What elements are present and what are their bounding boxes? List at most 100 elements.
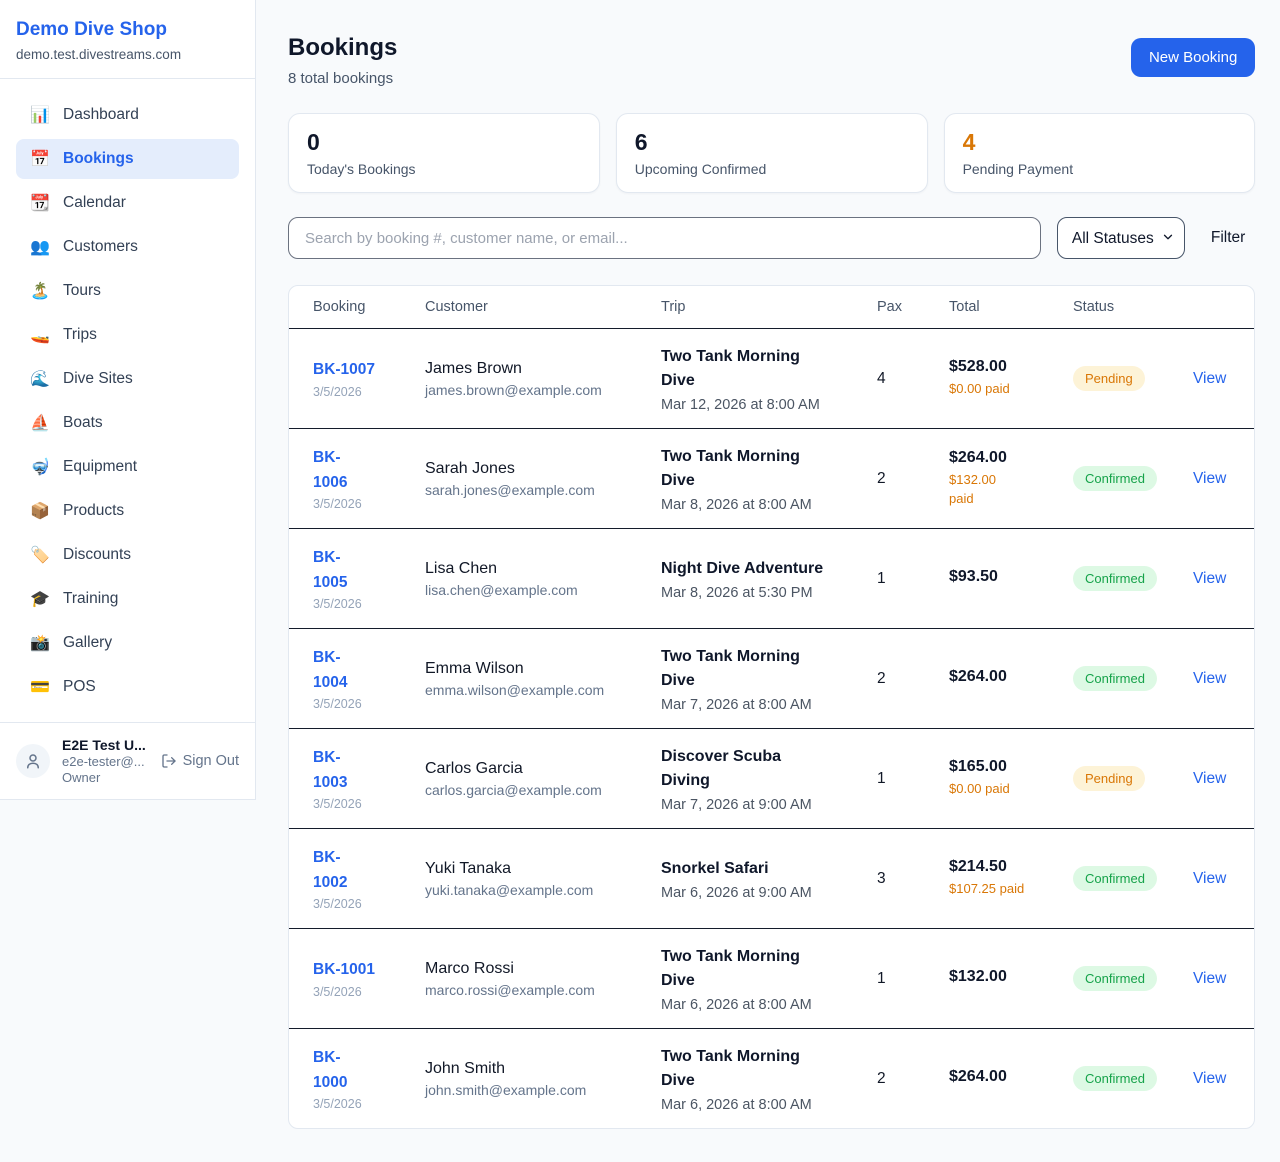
booking-id-link[interactable]: BK- 1004	[313, 646, 347, 694]
view-link[interactable]: View	[1193, 470, 1226, 487]
total-cell: $264.00 $132.00 paid	[949, 449, 1073, 509]
customer-email: yuki.tanaka@example.com	[425, 882, 649, 898]
status-badge: Confirmed	[1073, 666, 1157, 691]
sidebar: Demo Dive Shop demo.test.divestreams.com…	[0, 0, 256, 800]
view-link[interactable]: View	[1193, 570, 1226, 587]
sidebar-item-trips[interactable]: 🚤 Trips	[16, 315, 239, 355]
customer-name: John Smith	[425, 1060, 649, 1078]
booking-id-link[interactable]: BK-1007	[313, 358, 375, 382]
customer-name: Marco Rossi	[425, 960, 649, 978]
sidebar-item-discounts[interactable]: 🏷️ Discounts	[16, 535, 239, 575]
sidebar-item-boats[interactable]: ⛵ Boats	[16, 403, 239, 443]
diving-mask-icon: 🤿	[28, 457, 52, 477]
total-cell: $264.00	[949, 668, 1073, 690]
booking-cell: BK-1007 3/5/2026	[313, 358, 425, 398]
sidebar-item-calendar[interactable]: 📆 Calendar	[16, 183, 239, 223]
sidebar-header: Demo Dive Shop demo.test.divestreams.com	[0, 0, 255, 79]
page-header: Bookings 8 total bookings New Booking	[288, 34, 1255, 87]
total-amount: $264.00	[949, 449, 1061, 467]
booking-id-link[interactable]: BK- 1006	[313, 446, 347, 494]
new-booking-button[interactable]: New Booking	[1131, 38, 1255, 77]
stat-label: Pending Payment	[963, 161, 1237, 177]
trip-datetime: Mar 8, 2026 at 5:30 PM	[661, 585, 865, 601]
actions-cell: View	[1193, 370, 1238, 388]
booking-date: 3/5/2026	[313, 897, 413, 911]
sidebar-item-tours[interactable]: 🏝️ Tours	[16, 271, 239, 311]
trip-datetime: Mar 12, 2026 at 8:00 AM	[661, 397, 865, 413]
customer-email: sarah.jones@example.com	[425, 482, 649, 498]
booking-date: 3/5/2026	[313, 597, 413, 611]
sidebar-item-bookings[interactable]: 📅 Bookings	[16, 139, 239, 179]
sidebar-item-training[interactable]: 🎓 Training	[16, 579, 239, 619]
actions-cell: View	[1193, 670, 1238, 688]
sidebar-item-pos[interactable]: 💳 POS	[16, 667, 239, 707]
view-link[interactable]: View	[1193, 770, 1226, 787]
paid-amount: $0.00 paid	[949, 780, 1061, 799]
total-amount: $165.00	[949, 758, 1061, 776]
booking-id-link[interactable]: BK- 1005	[313, 546, 347, 594]
user-email: e2e-tester@...	[62, 754, 149, 769]
package-icon: 📦	[28, 501, 52, 521]
table-row: BK-1007 3/5/2026 James Brown james.brown…	[289, 328, 1254, 428]
actions-cell: View	[1193, 870, 1238, 888]
status-badge: Pending	[1073, 366, 1145, 391]
trip-name: Two Tank Morning Dive	[661, 945, 865, 993]
filter-button[interactable]: Filter	[1201, 229, 1255, 247]
sidebar-item-label: Calendar	[63, 194, 126, 212]
total-cell: $264.00	[949, 1068, 1073, 1090]
booking-id-link[interactable]: BK-1001	[313, 958, 375, 982]
view-link[interactable]: View	[1193, 1070, 1226, 1087]
sidebar-item-gallery[interactable]: 📸 Gallery	[16, 623, 239, 663]
table-row: BK- 1002 3/5/2026 Yuki Tanaka yuki.tanak…	[289, 828, 1254, 928]
booking-id-link[interactable]: BK- 1003	[313, 746, 347, 794]
status-cell: Confirmed	[1073, 566, 1193, 591]
customer-name: Emma Wilson	[425, 660, 649, 678]
page-header-text: Bookings 8 total bookings	[288, 34, 397, 87]
search-input[interactable]	[288, 217, 1041, 259]
trip-datetime: Mar 6, 2026 at 8:00 AM	[661, 1097, 865, 1113]
pax-count: 1	[877, 770, 949, 788]
sidebar-item-label: Dashboard	[63, 106, 139, 124]
booking-id-link[interactable]: BK- 1000	[313, 1046, 347, 1094]
status-badge: Confirmed	[1073, 466, 1157, 491]
page-subtitle: 8 total bookings	[288, 70, 397, 87]
trip-name: Two Tank Morning Dive	[661, 645, 865, 693]
view-link[interactable]: View	[1193, 970, 1226, 987]
view-link[interactable]: View	[1193, 370, 1226, 387]
graduation-cap-icon: 🎓	[28, 589, 52, 609]
booking-id-link[interactable]: BK- 1002	[313, 846, 347, 894]
customer-cell: Yuki Tanaka yuki.tanaka@example.com	[425, 860, 661, 898]
actions-cell: View	[1193, 770, 1238, 788]
sidebar-item-customers[interactable]: 👥 Customers	[16, 227, 239, 267]
wave-icon: 🌊	[28, 369, 52, 389]
booking-date: 3/5/2026	[313, 385, 413, 399]
sidebar-item-label: Customers	[63, 238, 138, 256]
sidebar-item-dashboard[interactable]: 📊 Dashboard	[16, 95, 239, 135]
booking-cell: BK-1001 3/5/2026	[313, 958, 425, 998]
stat-value: 4	[963, 129, 1237, 156]
total-amount: $132.00	[949, 968, 1061, 986]
pax-count: 2	[877, 1070, 949, 1088]
status-select-wrap: All Statuses	[1057, 217, 1185, 259]
sidebar-item-dive-sites[interactable]: 🌊 Dive Sites	[16, 359, 239, 399]
page: Demo Dive Shop demo.test.divestreams.com…	[0, 0, 1280, 1162]
customer-email: lisa.chen@example.com	[425, 582, 649, 598]
sign-out-button[interactable]: Sign Out	[161, 753, 239, 769]
view-link[interactable]: View	[1193, 670, 1226, 687]
sidebar-item-equipment[interactable]: 🤿 Equipment	[16, 447, 239, 487]
sidebar-item-products[interactable]: 📦 Products	[16, 491, 239, 531]
sidebar-item-label: Discounts	[63, 546, 131, 564]
user-role: Owner	[62, 770, 149, 785]
trip-datetime: Mar 7, 2026 at 9:00 AM	[661, 797, 865, 813]
column-header-pax: Pax	[877, 299, 949, 315]
view-link[interactable]: View	[1193, 870, 1226, 887]
trip-cell: Night Dive Adventure Mar 8, 2026 at 5:30…	[661, 557, 877, 601]
trip-datetime: Mar 6, 2026 at 8:00 AM	[661, 997, 865, 1013]
booking-cell: BK- 1006 3/5/2026	[313, 446, 425, 510]
status-badge: Confirmed	[1073, 1066, 1157, 1091]
bar-chart-icon: 📊	[28, 105, 52, 125]
trip-cell: Two Tank Morning Dive Mar 8, 2026 at 8:0…	[661, 445, 877, 513]
customer-cell: Sarah Jones sarah.jones@example.com	[425, 460, 661, 498]
actions-cell: View	[1193, 970, 1238, 988]
status-select[interactable]: All Statuses	[1057, 217, 1185, 259]
